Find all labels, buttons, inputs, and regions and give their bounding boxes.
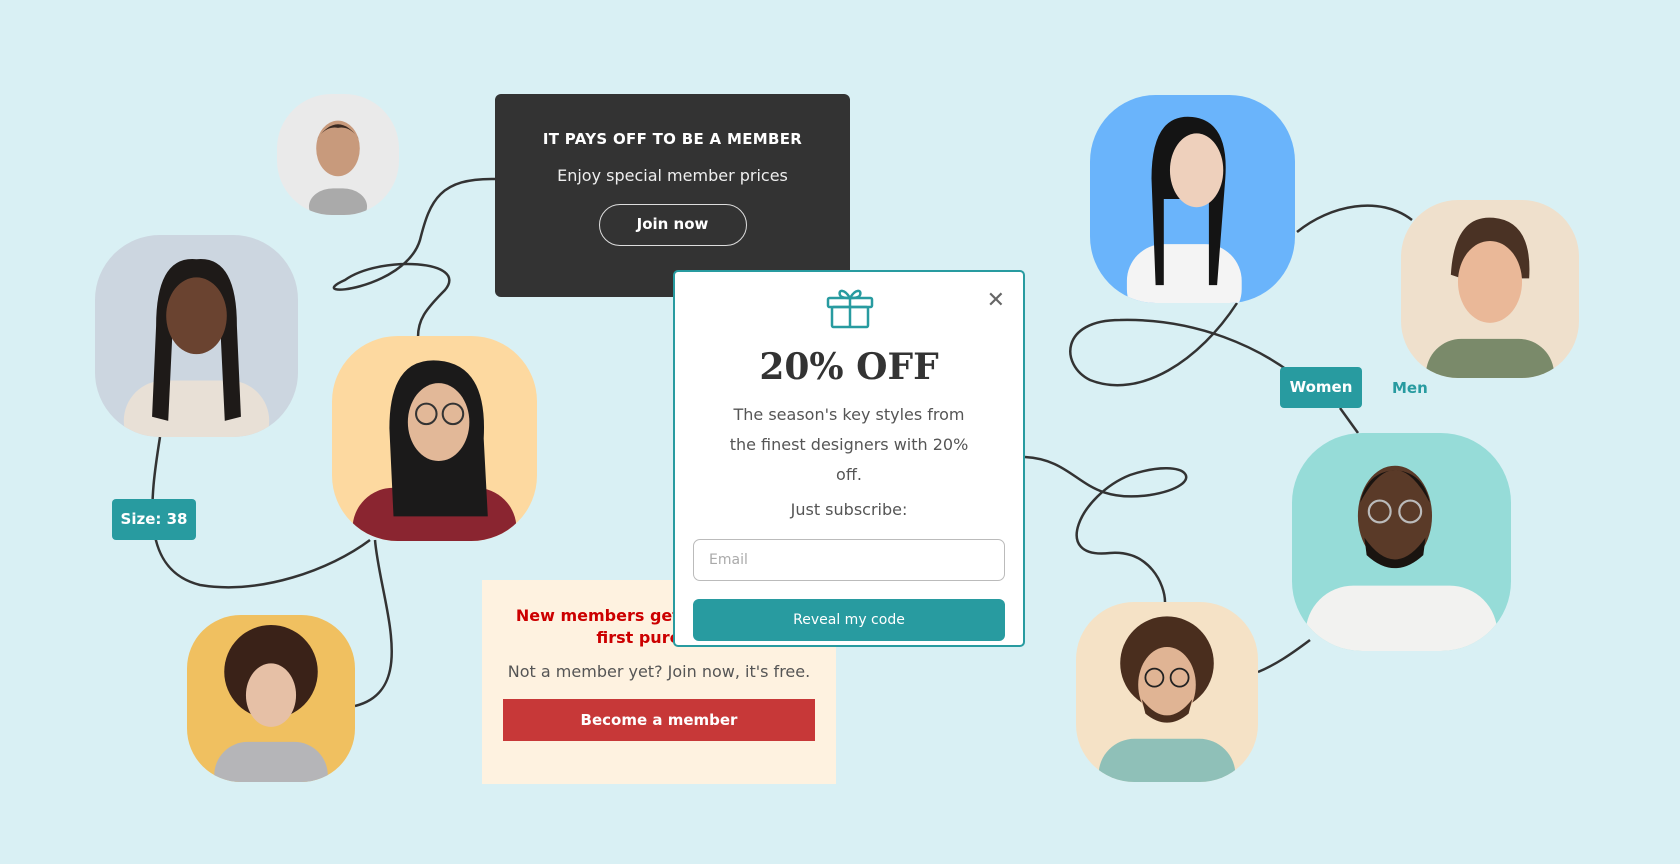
photo-woman-curly: [187, 615, 355, 782]
men-filter-button[interactable]: Men: [1392, 379, 1428, 397]
join-now-button[interactable]: Join now: [598, 204, 747, 246]
member-promo-title: IT PAYS OFF TO BE A MEMBER: [542, 130, 803, 148]
reveal-code-button[interactable]: Reveal my code: [693, 599, 1005, 641]
new-members-text: Not a member yet? Join now, it's free.: [507, 662, 811, 681]
photo-man-top: [277, 94, 399, 215]
popup-cta-text: Just subscribe:: [790, 500, 908, 519]
close-icon[interactable]: ✕: [987, 290, 1005, 312]
popup-title: 20% OFF: [759, 346, 939, 388]
gift-icon: [826, 289, 874, 329]
discount-popup: ✕ 20% OFF The season's key styles from t…: [673, 270, 1025, 647]
photo-woman-profile: [1090, 95, 1295, 303]
member-promo-subtitle: Enjoy special member prices: [557, 166, 788, 185]
size-badge[interactable]: Size: 38: [112, 499, 196, 540]
photo-man-glasses: [1292, 433, 1511, 651]
photo-woman-braids: [95, 235, 298, 437]
email-input[interactable]: [693, 539, 1005, 581]
popup-description: The season's key styles from the finest …: [729, 405, 969, 484]
photo-woman-smiling: [1401, 200, 1579, 378]
member-promo-card: IT PAYS OFF TO BE A MEMBER Enjoy special…: [495, 94, 850, 297]
photo-woman-glasses: [332, 336, 537, 541]
women-filter-button[interactable]: Women: [1280, 367, 1362, 408]
photo-man-curly: [1076, 602, 1258, 782]
become-member-button[interactable]: Become a member: [503, 699, 815, 741]
